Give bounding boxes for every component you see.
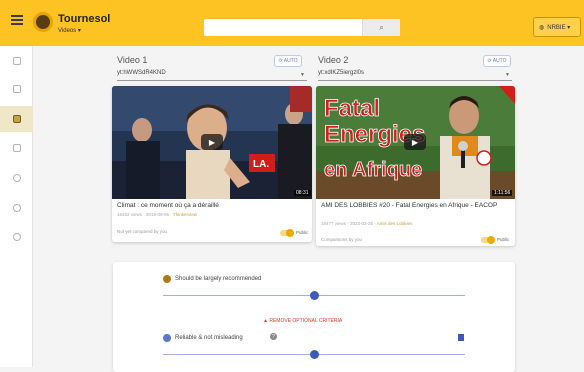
video2-thumbnail[interactable]: Fatal Energies en Afrique ▶ 1:11:56 xyxy=(316,86,515,199)
criterion-recommend-slider-thumb[interactable] xyxy=(310,291,319,300)
settings-icon xyxy=(12,174,21,182)
criterion-recommend-label: Should be largely recommended xyxy=(175,276,262,282)
sidebar-item-settings[interactable] xyxy=(0,165,33,191)
criterion-reliable-slider-thumb[interactable] xyxy=(310,350,319,359)
sidebar-item-about[interactable] xyxy=(0,224,33,250)
sidebar-item-documents[interactable] xyxy=(0,76,33,102)
account-button[interactable]: ◍ NRBIE ▾ xyxy=(533,17,581,37)
menu-icon[interactable] xyxy=(11,15,23,25)
video2-title[interactable]: AMI DES LOBBIES #20 - Fatal Energies en … xyxy=(321,202,511,210)
chevron-down-icon: ▼ xyxy=(505,72,510,78)
play-icon[interactable]: ▶ xyxy=(404,134,426,150)
video2-heading: Video 2 xyxy=(318,55,349,65)
video1-auto-button[interactable]: ⟳ AUTO xyxy=(274,55,302,67)
video2-overlay-line3: en Afrique xyxy=(324,159,422,181)
video2-meta-text: 15477 views · 2023-03-26 · xyxy=(321,221,377,226)
search-button[interactable]: ⌕ xyxy=(362,19,400,36)
video1-title[interactable]: Climat : ce moment où ça a déraillé xyxy=(117,202,307,210)
video2-duration: 1:11:56 xyxy=(492,190,513,196)
sidebar-item-info[interactable] xyxy=(0,195,33,221)
video1-heading: Video 1 xyxy=(117,55,148,65)
video2-public-toggle[interactable] xyxy=(481,236,495,244)
compare-icon xyxy=(12,115,21,123)
video1-duration: 08:31 xyxy=(294,190,311,196)
video1-channel-link[interactable]: Thinkerview xyxy=(173,212,197,217)
video2-channel-link[interactable]: Amis des Lobbies xyxy=(377,221,413,226)
search-icon: ⌕ xyxy=(379,22,384,32)
info-icon xyxy=(12,204,21,212)
home-icon xyxy=(12,57,21,65)
video1-meta-text: 16482 views · 2019-09-06 · xyxy=(117,212,173,217)
reliable-criterion-icon xyxy=(163,334,171,342)
video1-thumbnail[interactable]: LA. ▶ 08:31 xyxy=(112,86,312,199)
video2-id-value: yt:xdIKZ5iergzl0s xyxy=(318,70,365,76)
video2-auto-button[interactable]: ⟳ AUTO xyxy=(483,55,511,67)
sidebar-item-compare[interactable] xyxy=(0,106,33,132)
video2-id-field[interactable]: yt:xdIKZ5iergzl0s ▼ xyxy=(318,70,512,81)
account-label: NRBIE ▾ xyxy=(547,24,571,31)
remove-optional-criteria-link[interactable]: ▲ REMOVE OPTIONAL CRITERIA xyxy=(263,318,342,324)
video1-card: LA. ▶ 08:31 Climat : ce moment où ça a d… xyxy=(112,86,312,242)
sidebar-item-home[interactable] xyxy=(0,48,33,74)
recommend-criterion-icon xyxy=(163,275,171,283)
video1-overlay-text: LA. xyxy=(253,159,269,170)
video2-meta: 15477 views · 2023-03-26 · Amis des Lobb… xyxy=(321,221,412,226)
criterion-optional-checkbox[interactable] xyxy=(458,334,464,341)
criterion-reliable-label: Reliable & not misleading xyxy=(175,335,243,341)
video2-footer-text: Comparisons by you xyxy=(321,237,363,242)
sidebar-item-list[interactable] xyxy=(0,135,33,161)
video2-overlay-line1: Fatal xyxy=(324,95,380,122)
chevron-down-icon: ▼ xyxy=(300,72,305,78)
top-app-bar: Tournesol Videos ▾ ⌕ ◍ NRBIE ▾ xyxy=(0,0,584,46)
brand-title[interactable]: Tournesol xyxy=(58,13,110,25)
tournesol-logo-icon[interactable] xyxy=(33,12,53,32)
play-icon[interactable]: ▶ xyxy=(201,134,223,150)
user-icon: ◍ xyxy=(539,24,545,31)
list-icon xyxy=(12,144,21,152)
video1-id-field[interactable]: yt:hWWSdR4KND ▼ xyxy=(117,70,307,81)
video1-public-label: Public xyxy=(296,230,309,235)
documents-icon xyxy=(12,85,21,93)
brand-subtitle-dropdown[interactable]: Videos ▾ xyxy=(58,27,81,34)
video1-id-value: yt:hWWSdR4KND xyxy=(117,70,166,76)
help-icon[interactable]: ? xyxy=(270,333,277,340)
video1-public-toggle[interactable] xyxy=(280,229,294,237)
sidebar xyxy=(0,46,33,367)
about-icon xyxy=(12,233,21,241)
video1-meta: 16482 views · 2019-09-06 · Thinkerview xyxy=(117,212,197,217)
video2-public-label: Public xyxy=(497,237,510,242)
video1-footer-text: Not yet compared by you xyxy=(117,229,168,234)
criteria-panel: Should be largely recommended ▲ REMOVE O… xyxy=(113,262,515,372)
video2-card: Fatal Energies en Afrique ▶ 1:11:56 AMI … xyxy=(316,86,515,246)
